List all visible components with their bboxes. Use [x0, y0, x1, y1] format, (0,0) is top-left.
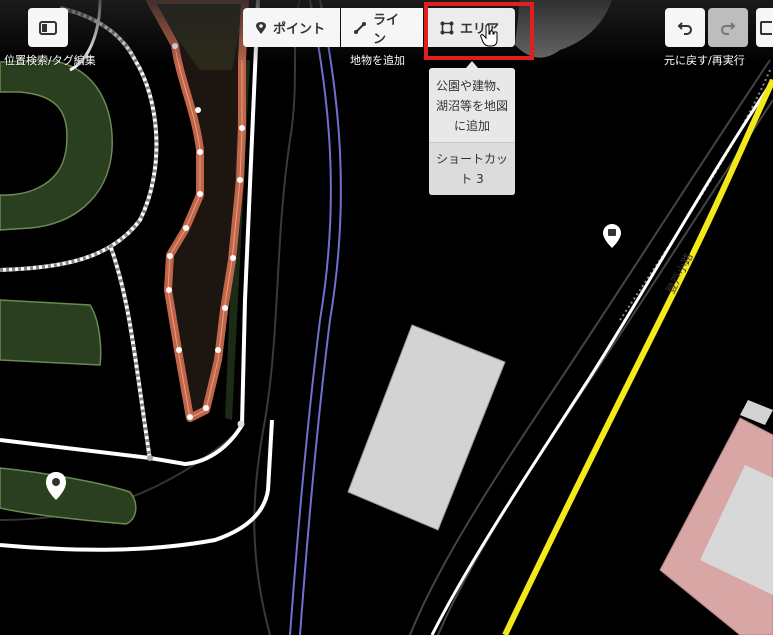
save-button[interactable] [756, 8, 773, 47]
undo-button[interactable] [665, 8, 705, 47]
add-line-button[interactable]: ライン [341, 8, 423, 47]
park-bottom [0, 467, 137, 525]
line-label: ライン [373, 12, 400, 47]
add-feature-caption: 地物を追加 [350, 54, 405, 67]
point-label: ポイント [273, 22, 326, 37]
tooltip-shortcut-label: ショートカット [435, 152, 508, 186]
footway-right [619, 69, 771, 321]
tooltip-shortcut: ショートカット 3 [429, 142, 515, 195]
waterway [289, 0, 332, 635]
road-label: 登戸小路 [663, 250, 695, 296]
sidebar-icon [39, 20, 57, 35]
bus-stop-pin-icon[interactable] [603, 224, 621, 248]
point-icon [256, 21, 266, 34]
redo-button[interactable] [708, 8, 748, 47]
redo-icon [720, 21, 736, 35]
tooltip-description: 公園や建物、湖沼等を地図に追加 [435, 79, 508, 133]
undo-icon [677, 21, 693, 35]
map-canvas[interactable]: 登戸小路 [0, 0, 773, 635]
footway-vertical-dash [108, 244, 152, 461]
add-point-button[interactable]: ポイント [243, 8, 340, 47]
sidebar-caption: 位置検索/タグ編集 [4, 54, 96, 67]
line-icon [354, 21, 366, 34]
undo-redo-caption: 元に戻す/再実行 [664, 54, 745, 67]
area-button-highlight [424, 2, 534, 60]
sidebar-toggle-button[interactable] [28, 8, 68, 47]
park-ring [0, 59, 113, 231]
save-icon [760, 20, 772, 35]
path-grey-1 [253, 0, 301, 635]
park-left [0, 299, 102, 366]
tooltip-shortcut-key: 3 [476, 172, 484, 186]
area-tooltip: 公園や建物、湖沼等を地図に追加 ショートカット 3 [429, 61, 515, 195]
